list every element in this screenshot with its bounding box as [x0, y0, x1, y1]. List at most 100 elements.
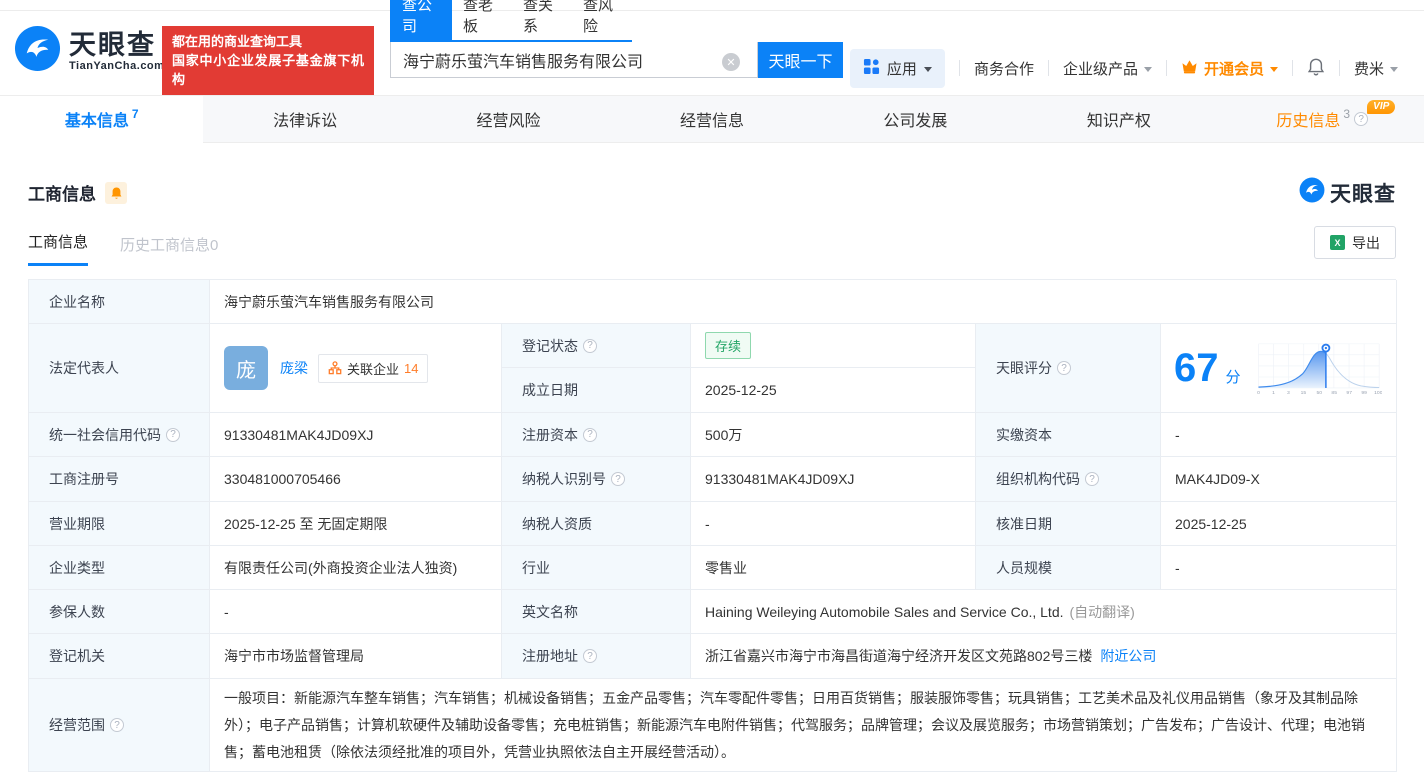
tianyancha-logo[interactable]: 天眼查 TianYanCha.com	[14, 25, 164, 77]
vip-upgrade-menu[interactable]: 开通会员	[1181, 58, 1278, 79]
label-text: 注册地址	[522, 648, 578, 664]
help-icon[interactable]	[583, 338, 597, 353]
field-label-credit-code: 统一社会信用代码	[29, 413, 210, 457]
help-icon[interactable]	[166, 427, 180, 442]
org-chart-icon	[328, 361, 342, 375]
value-text: -	[1175, 559, 1180, 576]
vip-badge: VIP	[1367, 100, 1396, 114]
field-label-establish-date: 成立日期	[502, 368, 691, 413]
divider	[1338, 60, 1340, 76]
search-tab-company[interactable]: 查公司	[390, 0, 452, 40]
section-brand-logo: 天眼查	[1299, 177, 1396, 208]
top-border	[0, 0, 1424, 11]
bell-orange-icon	[111, 186, 121, 199]
site-header: 天眼查 TianYanCha.com 都在用的商业查询工具 国家中小企业发展子基…	[0, 0, 1424, 95]
field-label-paid-capital: 实缴资本	[976, 413, 1161, 457]
company-profile-tabbar: 基本信息 7 法律诉讼 经营风险 经营信息 公司发展 知识产权 VIP 历史信息…	[0, 95, 1424, 143]
search-button[interactable]: 天眼一下	[758, 42, 843, 78]
notifications-button[interactable]	[1307, 57, 1325, 80]
value-text: 2025-12-25	[705, 382, 777, 398]
apps-menu[interactable]: 应用	[849, 48, 945, 88]
value-text: -	[224, 603, 229, 620]
legal-rep-link[interactable]: 庞梁	[280, 358, 308, 378]
field-value-approval-date: 2025-12-25	[1161, 502, 1397, 546]
business-cooperation-link[interactable]: 商务合作	[974, 58, 1034, 79]
field-label-registered-capital: 注册资本	[502, 413, 691, 457]
tab-intellectual-property[interactable]: 知识产权	[1017, 96, 1220, 142]
avatar[interactable]: 庞	[224, 346, 268, 390]
field-label-registered-address: 注册地址	[502, 634, 691, 679]
tab-legal-proceedings[interactable]: 法律诉讼	[203, 96, 406, 142]
field-value-legal-representative: 庞 庞梁 关联企业 14	[210, 324, 502, 413]
field-value-tyc-score: 67 分 0 1 3 15 50 85 97 99 100	[1161, 324, 1397, 413]
label-text: 天眼评分	[996, 360, 1052, 376]
search-tab-relation[interactable]: 查关系	[512, 0, 572, 40]
help-icon[interactable]	[1085, 472, 1099, 486]
field-value-credit-code: 91330481MAK4JD09XJ	[210, 413, 502, 457]
registration-info-table: 企业名称 海宁蔚乐萤汽车销售服务有限公司 法定代表人 庞 庞梁 关联企业 14 …	[28, 279, 1397, 772]
search-tab-risk[interactable]: 查风险	[572, 0, 632, 40]
svg-text:15: 15	[1300, 390, 1306, 396]
chart-x-axis-labels: 0 1 3 15 50 85 97 99 100	[1257, 390, 1382, 396]
subtab-business-registration[interactable]: 工商信息	[28, 231, 89, 266]
label-text: 登记机关	[49, 648, 105, 664]
field-label-insured-count: 参保人数	[29, 590, 210, 634]
related-companies-badge[interactable]: 关联企业 14	[318, 353, 429, 383]
help-icon[interactable]	[1354, 112, 1369, 126]
vip-label: 开通会员	[1203, 60, 1264, 78]
tab-label: 经营信息	[679, 113, 744, 130]
label-text: 企业类型	[49, 559, 105, 576]
value-text: 91330481MAK4JD09XJ	[224, 426, 374, 443]
field-label-business-term: 营业期限	[29, 502, 210, 546]
svg-text:100: 100	[1374, 390, 1382, 396]
tab-count: 3	[1343, 107, 1351, 121]
search-tab-boss[interactable]: 查老板	[452, 0, 512, 40]
subtab-history-registration[interactable]: 历史工商信息0	[120, 234, 218, 266]
value-text: 330481000705466	[224, 471, 341, 487]
svg-text:97: 97	[1346, 390, 1352, 396]
field-label-registration-authority: 登记机关	[29, 634, 210, 679]
coop-label: 商务合作	[973, 60, 1034, 78]
help-icon[interactable]	[110, 718, 124, 732]
field-value-staff-size: -	[1161, 546, 1397, 590]
enterprise-products-menu[interactable]: 企业级产品	[1063, 58, 1152, 79]
label-text: 人员规模	[996, 559, 1052, 576]
tab-business-info[interactable]: 经营信息	[610, 96, 813, 142]
tab-basic-info[interactable]: 基本信息 7	[0, 96, 204, 143]
label-text: 行业	[522, 559, 550, 576]
field-label-org-code: 组织机构代码	[976, 457, 1161, 502]
tab-label: 知识产权	[1086, 113, 1151, 130]
brand-name: 天眼查	[1330, 182, 1396, 206]
tab-history-info[interactable]: VIP 历史信息 3	[1221, 96, 1424, 142]
company-search-input[interactable]	[390, 42, 758, 78]
export-button[interactable]: 导出	[1314, 226, 1396, 259]
help-icon[interactable]	[1057, 361, 1071, 375]
auto-translate-note: (自动翻译)	[1069, 603, 1135, 620]
tab-operating-risk[interactable]: 经营风险	[407, 96, 610, 142]
user-menu[interactable]: 费米	[1354, 58, 1398, 79]
status-badge: 存续	[705, 332, 752, 359]
help-icon[interactable]	[583, 427, 597, 442]
help-icon[interactable]	[611, 472, 625, 486]
field-value-registration-authority: 海宁市市场监督管理局	[210, 634, 502, 679]
label-text: 法定代表人	[49, 360, 119, 376]
value-text: -	[705, 515, 710, 532]
field-value-registered-address: 浙江省嘉兴市海宁市海昌街道海宁经济开发区文苑路802号三楼 附近公司	[691, 634, 1397, 679]
label-text: 企业名称	[49, 293, 105, 310]
field-value-org-code: MAK4JD09-X	[1161, 457, 1397, 502]
label-text: 统一社会信用代码	[49, 426, 161, 443]
tab-label: 法律诉讼	[273, 113, 338, 130]
field-value-industry: 零售业	[691, 546, 976, 590]
field-value-taxpayer-qualification: -	[691, 502, 976, 546]
help-icon[interactable]	[583, 649, 597, 663]
nearby-companies-link[interactable]: 附近公司	[1100, 646, 1156, 666]
export-label: 导出	[1352, 234, 1380, 251]
label-text: 成立日期	[522, 382, 578, 398]
field-value-taxpayer-id: 91330481MAK4JD09XJ	[691, 457, 976, 502]
tab-company-development[interactable]: 公司发展	[814, 96, 1017, 142]
subscribe-bell-button[interactable]	[105, 181, 127, 204]
label-text: 核准日期	[996, 515, 1052, 532]
label-text: 营业期限	[49, 515, 105, 532]
clear-search-icon[interactable]	[722, 53, 740, 71]
tianyancha-logo-icon	[14, 25, 61, 77]
